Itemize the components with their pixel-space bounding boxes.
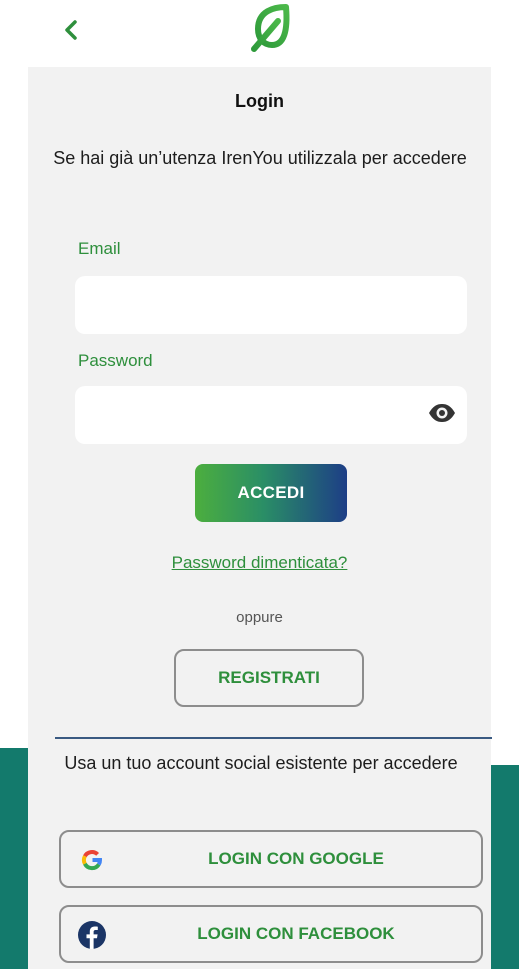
facebook-icon	[75, 918, 109, 952]
page-title: Login	[235, 91, 284, 111]
google-icon	[75, 843, 109, 877]
password-label: Password	[78, 351, 153, 370]
social-login-instructions: Usa un tuo account social esistente per …	[64, 753, 458, 773]
show-password-button[interactable]	[427, 401, 457, 429]
register-button[interactable]: REGISTRATI	[174, 649, 364, 707]
google-login-label: LOGIN CON GOOGLE	[208, 849, 384, 868]
facebook-login-button[interactable]: LOGIN CON FACEBOOK	[59, 905, 483, 963]
login-submit-button[interactable]: ACCEDI	[195, 464, 347, 522]
chevron-left-icon	[63, 19, 79, 46]
or-separator-text: oppure	[236, 609, 283, 626]
password-field-container	[75, 386, 467, 444]
password-field[interactable]	[75, 386, 467, 444]
back-button[interactable]	[56, 14, 86, 50]
top-bar	[0, 0, 519, 66]
eye-icon	[428, 403, 456, 428]
leaf-logo-icon	[244, 3, 300, 55]
login-card: Login Se hai già un’utenza IrenYou utili…	[28, 67, 492, 969]
login-instructions: Se hai già un’utenza IrenYou utilizzala …	[53, 148, 467, 168]
email-field-container	[75, 276, 467, 334]
forgot-password-link[interactable]: Password dimenticata?	[28, 553, 491, 573]
section-divider	[55, 737, 492, 739]
email-label: Email	[78, 239, 121, 258]
google-login-button[interactable]: LOGIN CON GOOGLE	[59, 830, 483, 888]
email-field[interactable]	[75, 276, 467, 334]
facebook-login-label: LOGIN CON FACEBOOK	[197, 924, 395, 943]
